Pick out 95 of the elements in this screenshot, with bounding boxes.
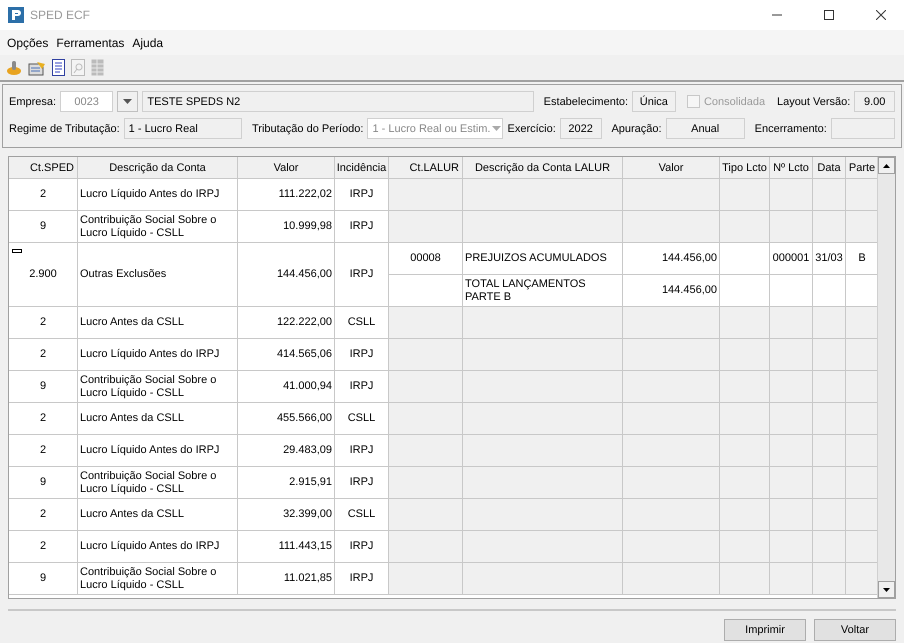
table-cell: TOTAL LANÇAMENTOS PARTE B xyxy=(463,275,623,307)
field-label: Estabelecimento: xyxy=(544,96,628,108)
table-cell: IRPJ xyxy=(335,179,389,211)
field-label: Tributação do Período: xyxy=(252,122,364,134)
dropdown-button[interactable] xyxy=(117,91,138,112)
minimize-icon[interactable] xyxy=(772,14,782,16)
table-cell: CSLL xyxy=(335,307,389,339)
table-cell: 32.399,00 xyxy=(238,499,335,531)
table-cell: Lucro Antes da CSLL xyxy=(78,499,238,531)
table-cell: CSLL xyxy=(335,403,389,435)
table-cell: Lucro Líquido Antes do IRPJ xyxy=(78,435,238,467)
menu-item[interactable]: Opções xyxy=(3,36,52,50)
table-cell: IRPJ xyxy=(335,211,389,243)
collapse-toggle[interactable] xyxy=(12,249,22,253)
table-cell: Contribuição Social Sobre o Lucro Líquido - CSLL xyxy=(78,211,238,243)
table-cell: 2 xyxy=(9,339,78,371)
table-cell: 000001 xyxy=(770,243,813,275)
company-name-field: TESTE SPEDS N2 xyxy=(142,91,534,112)
menu-item[interactable]: Ajuda xyxy=(128,36,168,50)
field-label: Encerramento: xyxy=(754,122,827,134)
tax-regime-field: 1 - Lucro Real xyxy=(124,118,242,139)
table-cell: Outras Exclusões xyxy=(78,243,238,307)
table-cell: 9 xyxy=(9,563,78,595)
table-cell: 2 xyxy=(9,403,78,435)
table-cell: Contribuição Social Sobre o Lucro Líquido - CSLL xyxy=(78,467,238,499)
table-cell: 10.999,98 xyxy=(238,211,335,243)
table-cell: 2 xyxy=(9,531,78,563)
table-cell: 2.900 xyxy=(9,243,78,307)
down-arrow-icon xyxy=(883,588,890,592)
table-cell: Lucro Líquido Antes do IRPJ xyxy=(78,179,238,211)
table-cell: 9 xyxy=(9,371,78,403)
table-cell: 2 xyxy=(9,499,78,531)
scroll-up-button[interactable] xyxy=(878,157,895,174)
table-cell: CSLL xyxy=(335,499,389,531)
closing-field xyxy=(830,118,896,139)
table-cell: 41.000,94 xyxy=(238,371,335,403)
scroll-down-button[interactable] xyxy=(878,581,895,598)
table-cell: 122.222,00 xyxy=(238,307,335,339)
up-arrow-icon xyxy=(883,164,890,168)
action-button[interactable]: Voltar xyxy=(814,619,896,641)
table-cell: Lucro Líquido Antes do IRPJ xyxy=(78,339,238,371)
maximize-icon[interactable] xyxy=(824,10,834,20)
vertical-scrollbar[interactable] xyxy=(877,157,895,598)
document-icon[interactable] xyxy=(52,59,65,76)
caret-icon xyxy=(123,99,132,104)
action-button[interactable]: Imprimir xyxy=(724,619,806,641)
table-cell: IRPJ xyxy=(335,371,389,403)
table-cell: 11.021,85 xyxy=(238,563,335,595)
table-cell: Contribuição Social Sobre o Lucro Líquido - CSLL xyxy=(78,371,238,403)
table-cell: 00008 xyxy=(389,243,463,275)
table-cell: 9 xyxy=(9,467,78,499)
layout-version-field: 9.00 xyxy=(854,91,895,112)
table-cell: 144.456,00 xyxy=(623,243,720,275)
checkbox-label: Consolidada xyxy=(704,96,766,108)
company-code-field[interactable]: 0023 xyxy=(60,91,114,112)
period-taxation-select[interactable]: 1 - Lucro Real ou Estim. xyxy=(367,118,504,139)
close-icon[interactable] xyxy=(876,10,886,20)
establishment-field: Única xyxy=(632,91,676,112)
table-cell: IRPJ xyxy=(335,531,389,563)
table-cell: 111.222,02 xyxy=(238,179,335,211)
table-cell: 2 xyxy=(9,435,78,467)
menu-item[interactable]: Ferramentas xyxy=(52,36,128,50)
table-cell: Contribuição Social Sobre o Lucro Líquido - CSLL xyxy=(78,563,238,595)
table-cell: 29.483,09 xyxy=(238,435,335,467)
table-cell: Lucro Antes da CSLL xyxy=(78,403,238,435)
table-cell: IRPJ xyxy=(335,563,389,595)
field-label: Layout Versão: xyxy=(776,96,850,108)
app-logo-icon xyxy=(8,7,24,23)
table-cell: IRPJ xyxy=(335,435,389,467)
field-label: Empresa: xyxy=(9,96,56,108)
folder-icon[interactable] xyxy=(28,60,46,76)
coin-icon[interactable] xyxy=(6,58,22,76)
window-title: SPED ECF xyxy=(30,8,92,22)
table-cell: 2.915,91 xyxy=(238,467,335,499)
table-cell: 2 xyxy=(9,179,78,211)
field-label: Apuração: xyxy=(611,122,662,134)
table-cell: PREJUIZOS ACUMULADOS xyxy=(463,243,623,275)
table-cell: 9 xyxy=(9,211,78,243)
table-cell: 2 xyxy=(9,307,78,339)
assessment-field: Anual xyxy=(666,118,745,139)
table-cell: 31/03 xyxy=(813,243,846,275)
table-cell: 455.566,00 xyxy=(238,403,335,435)
table-cell: Lucro Líquido Antes do IRPJ xyxy=(78,531,238,563)
table-cell: 414.565,06 xyxy=(238,339,335,371)
fiscal-year-field: 2022 xyxy=(560,118,602,139)
table-cell: IRPJ xyxy=(335,467,389,499)
table-cell: 111.443,15 xyxy=(238,531,335,563)
table-cell: Lucro Antes da CSLL xyxy=(78,307,238,339)
table-cell: 144.456,00 xyxy=(238,243,335,307)
table-cell: 144.456,00 xyxy=(623,275,720,307)
field-label: Regime de Tributação: xyxy=(9,122,120,134)
caret-icon xyxy=(492,126,502,131)
table-cell: IRPJ xyxy=(335,339,389,371)
field-label: Exercício: xyxy=(507,122,556,134)
table-cell: IRPJ xyxy=(335,243,389,307)
